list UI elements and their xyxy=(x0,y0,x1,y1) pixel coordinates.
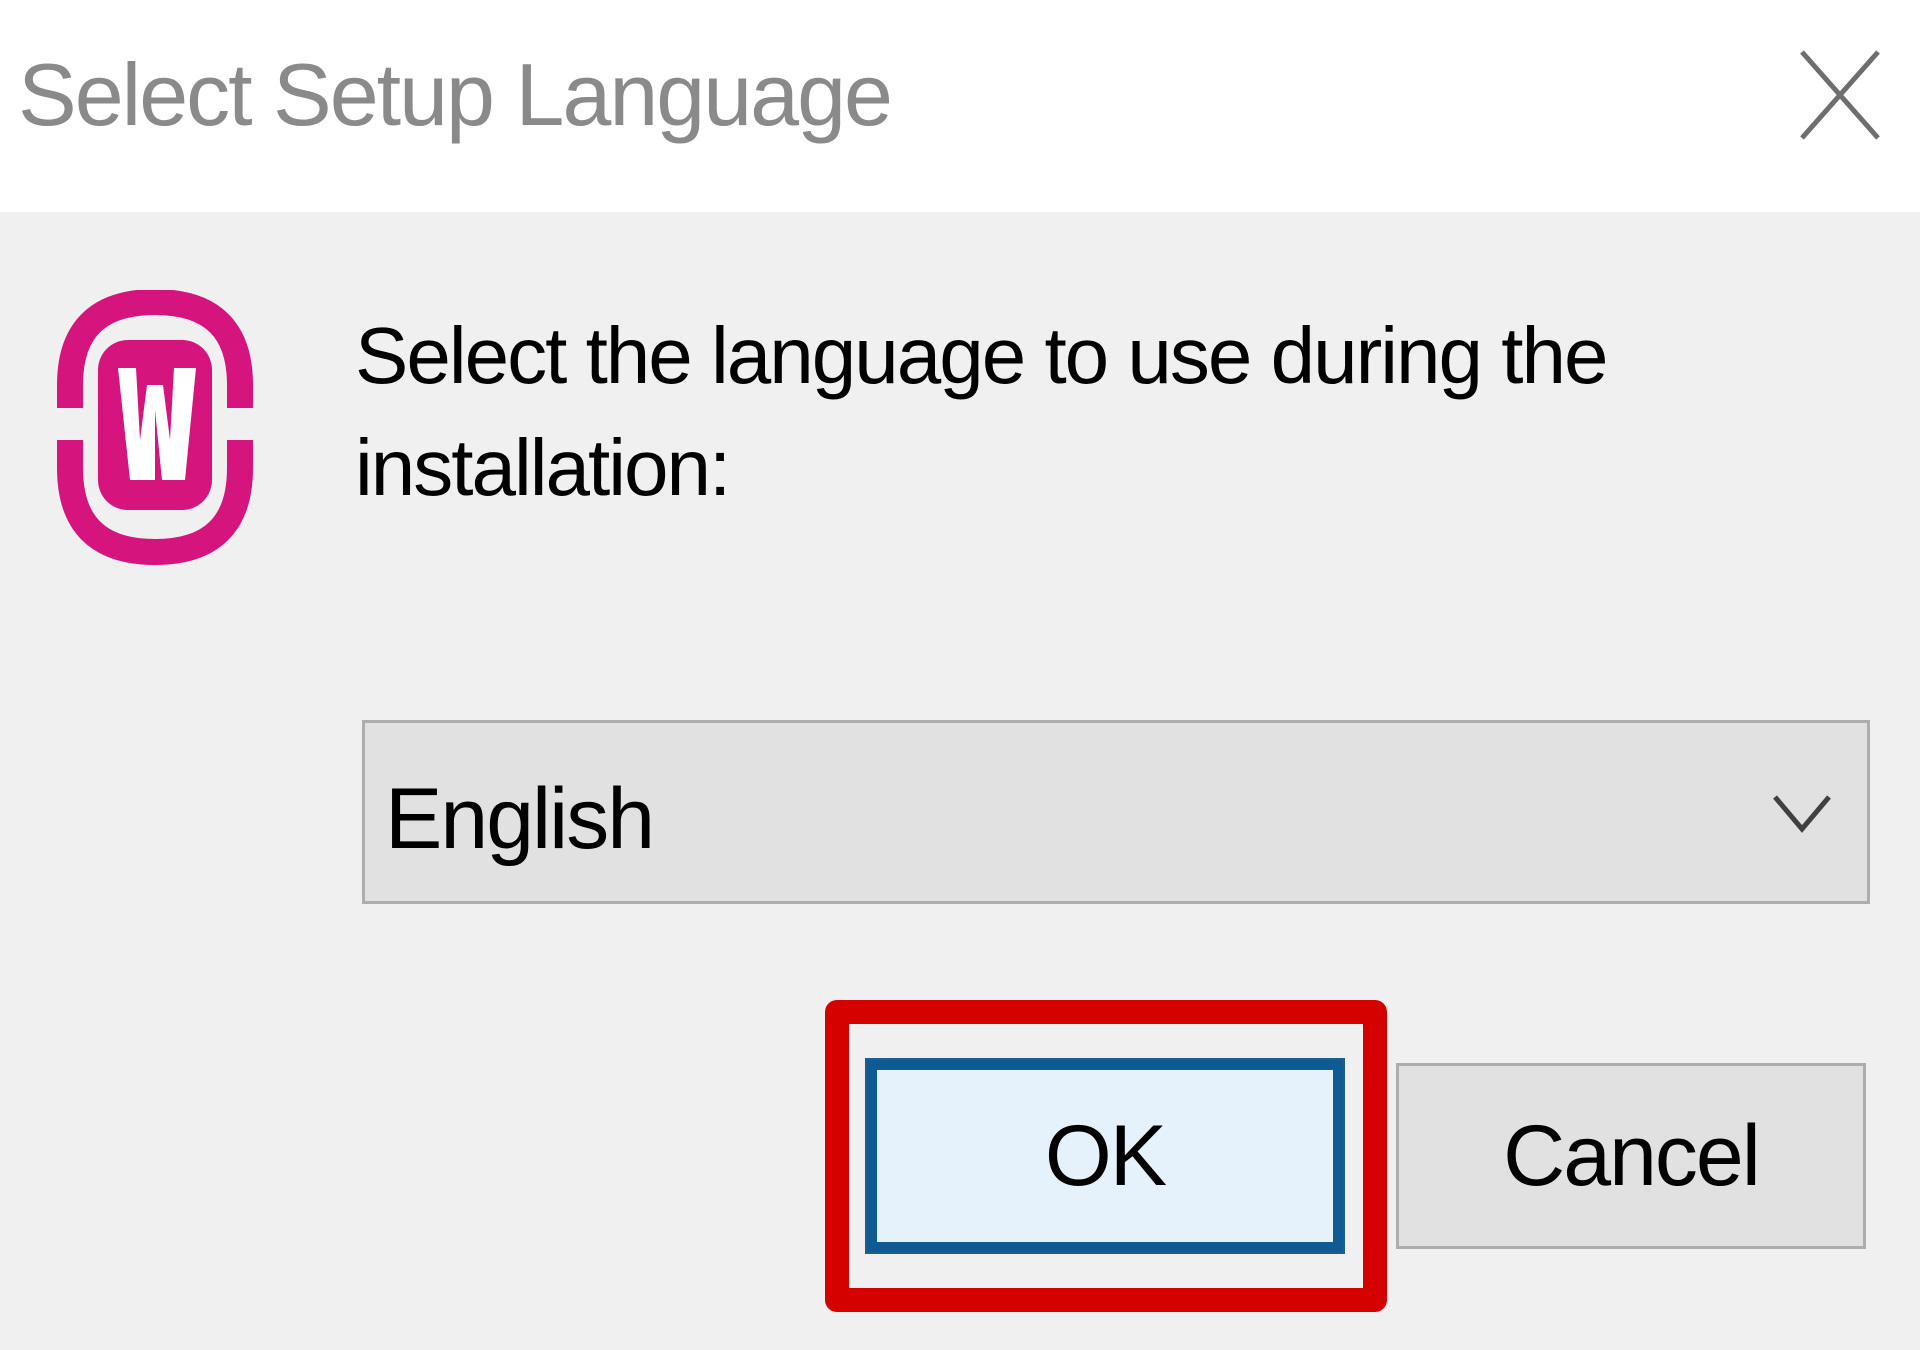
wampserver-logo-icon xyxy=(50,288,260,570)
window-title: Select Setup Language xyxy=(18,45,893,144)
language-prompt: Select the language to use during the in… xyxy=(355,311,1608,512)
title-bar: Select Setup Language xyxy=(0,0,1920,212)
close-icon[interactable] xyxy=(1780,30,1900,160)
ok-button[interactable]: OK xyxy=(865,1058,1345,1254)
cancel-button[interactable]: Cancel xyxy=(1396,1063,1866,1249)
chevron-down-icon xyxy=(1767,783,1837,843)
selected-language: English xyxy=(385,771,655,867)
setup-language-dialog: Select Setup Language Select the languag… xyxy=(0,0,1920,1350)
language-dropdown[interactable]: English xyxy=(362,720,1870,904)
